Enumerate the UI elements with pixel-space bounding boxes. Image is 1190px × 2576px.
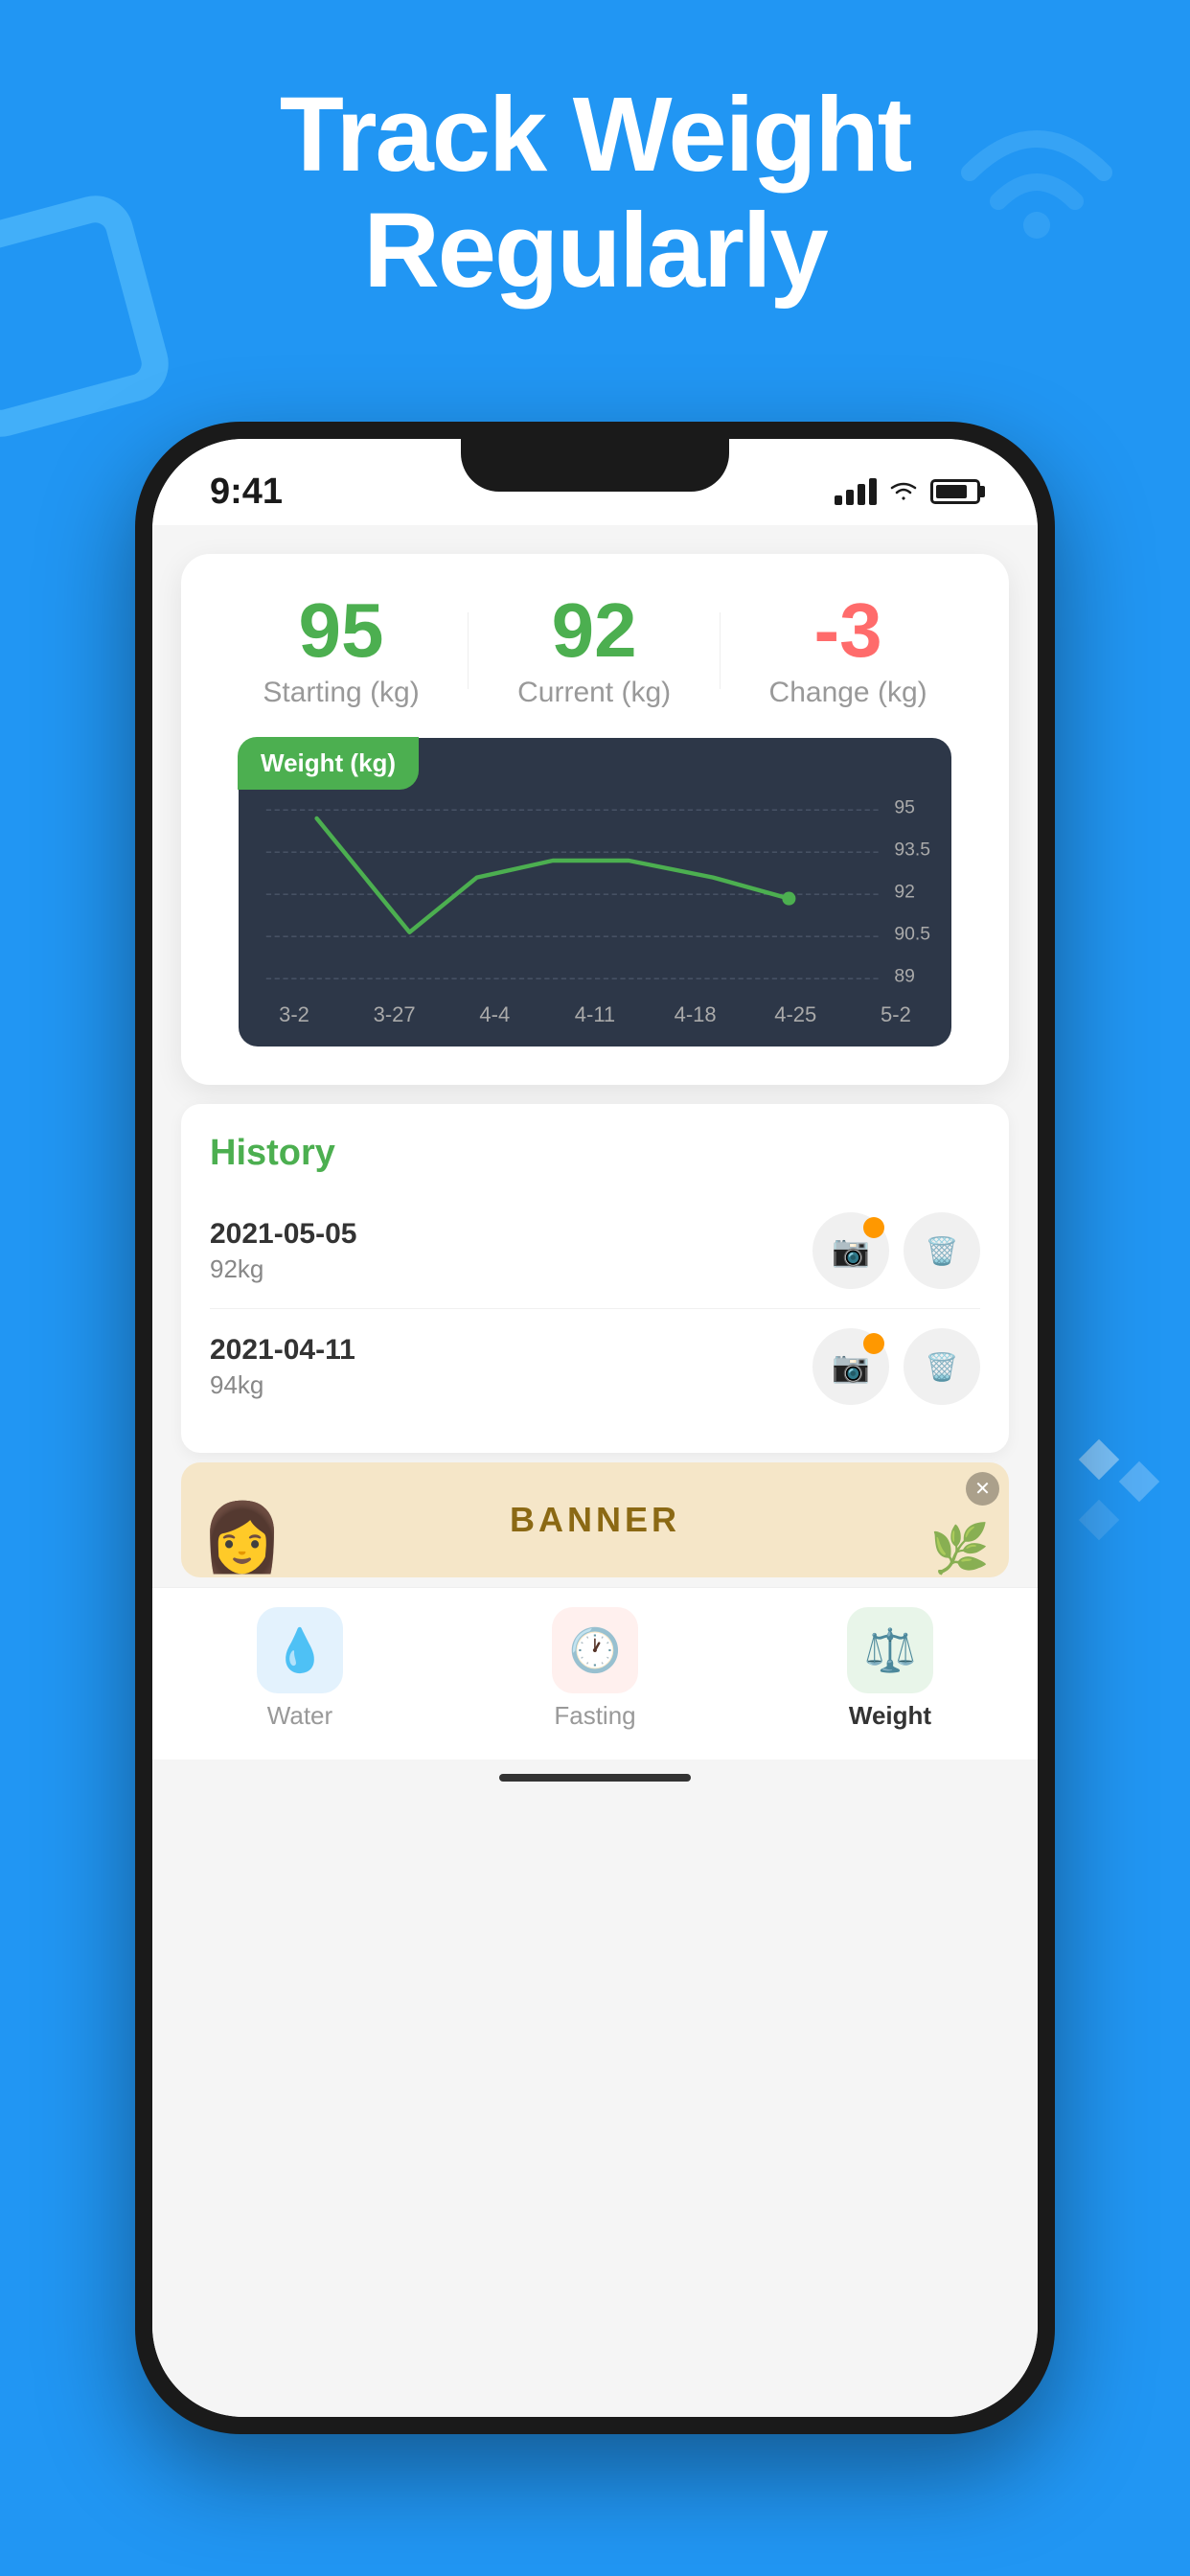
water-nav-label: Water — [267, 1701, 332, 1731]
header-section: Track Weight Regularly — [0, 77, 1190, 309]
stat-divider-2 — [720, 612, 721, 689]
chart-x-label-6: 4-25 — [767, 1002, 824, 1027]
home-indicator — [499, 1774, 691, 1782]
svg-text:95: 95 — [894, 797, 915, 818]
banner-close-button[interactable]: ✕ — [966, 1472, 999, 1506]
change-value: -3 — [769, 592, 927, 669]
chart-x-label-2: 3-27 — [366, 1002, 423, 1027]
delete-button-1[interactable]: 🗑️ — [904, 1212, 980, 1289]
history-section: History 2021-05-05 92kg 📷 🗑️ — [181, 1104, 1009, 1453]
status-icons — [835, 475, 980, 508]
current-label: Current (kg) — [517, 677, 671, 709]
history-item-info-1: 2021-05-05 92kg — [210, 1218, 356, 1284]
water-nav-icon: 💧 — [257, 1607, 343, 1693]
banner-leaves-illustration: 🌿 — [930, 1521, 990, 1577]
camera-badge-1 — [863, 1217, 884, 1238]
header-title: Track Weight Regularly — [77, 77, 1113, 309]
chart-x-label-5: 4-18 — [667, 1002, 724, 1027]
bg-diamonds — [1077, 1438, 1161, 1542]
starting-value: 95 — [263, 592, 419, 669]
svg-text:89: 89 — [894, 966, 915, 987]
fasting-nav-label: Fasting — [554, 1701, 635, 1731]
trash-icon-2: 🗑️ — [926, 1351, 959, 1383]
history-date-2: 2021-04-11 — [210, 1334, 355, 1367]
current-stat: 92 Current (kg) — [517, 592, 671, 709]
banner-text: BANNER — [510, 1500, 680, 1540]
chart-x-label-4: 4-11 — [566, 1002, 624, 1027]
signal-bars-icon — [835, 478, 877, 505]
stats-card: 95 Starting (kg) 92 Current (kg) -3 Chan… — [181, 554, 1009, 1085]
camera-icon-1: 📷 — [832, 1232, 870, 1269]
weight-nav-icon: ⚖️ — [847, 1607, 933, 1693]
banner-girl-illustration: 👩 — [200, 1499, 284, 1577]
trash-icon-1: 🗑️ — [926, 1235, 959, 1267]
status-time: 9:41 — [210, 472, 283, 513]
weight-nav-label: Weight — [849, 1701, 931, 1731]
stats-row: 95 Starting (kg) 92 Current (kg) -3 Chan… — [239, 592, 951, 709]
phone-notch — [461, 439, 729, 492]
chart-x-label-3: 4-4 — [466, 1002, 523, 1027]
bottom-navigation: 💧 Water 🕐 Fasting ⚖️ Weight — [152, 1587, 1038, 1760]
change-stat: -3 Change (kg) — [769, 592, 927, 709]
banner-section: 👩 BANNER 🌿 ✕ — [181, 1462, 1009, 1577]
starting-stat: 95 Starting (kg) — [263, 592, 419, 709]
phone-mockup: 9:41 — [135, 422, 1055, 2434]
history-item: 2021-04-11 94kg 📷 🗑️ — [210, 1309, 980, 1424]
svg-text:93.5: 93.5 — [894, 840, 930, 861]
history-date-1: 2021-05-05 — [210, 1218, 356, 1251]
svg-text:92: 92 — [894, 882, 915, 903]
history-actions-2: 📷 🗑️ — [812, 1328, 980, 1405]
history-actions-1: 📷 🗑️ — [812, 1212, 980, 1289]
weight-chart: Weight (kg) 95 93.5 — [239, 738, 951, 1046]
history-weight-2: 94kg — [210, 1370, 355, 1400]
starting-label: Starting (kg) — [263, 677, 419, 709]
chart-x-label-1: 3-2 — [265, 1002, 323, 1027]
change-label: Change (kg) — [769, 677, 927, 709]
stat-divider-1 — [468, 612, 469, 689]
chart-x-label-7: 5-2 — [867, 1002, 925, 1027]
delete-button-2[interactable]: 🗑️ — [904, 1328, 980, 1405]
camera-button-2[interactable]: 📷 — [812, 1328, 889, 1405]
camera-icon-2: 📷 — [832, 1348, 870, 1385]
nav-item-water[interactable]: 💧 Water — [257, 1607, 343, 1731]
history-weight-1: 92kg — [210, 1254, 356, 1284]
battery-icon — [930, 479, 980, 504]
history-title: History — [210, 1133, 980, 1174]
history-item: 2021-05-05 92kg 📷 🗑️ — [210, 1193, 980, 1309]
nav-item-fasting[interactable]: 🕐 Fasting — [552, 1607, 638, 1731]
fasting-nav-icon: 🕐 — [552, 1607, 638, 1693]
svg-text:90.5: 90.5 — [894, 924, 930, 945]
nav-item-weight[interactable]: ⚖️ Weight — [847, 1607, 933, 1731]
camera-button-1[interactable]: 📷 — [812, 1212, 889, 1289]
camera-badge-2 — [863, 1333, 884, 1354]
phone-screen: 9:41 — [152, 439, 1038, 2417]
wifi-icon — [888, 475, 919, 508]
current-value: 92 — [517, 592, 671, 669]
history-item-info-2: 2021-04-11 94kg — [210, 1334, 355, 1400]
chart-svg-area: 95 93.5 92 90.5 89 — [258, 776, 932, 1027]
